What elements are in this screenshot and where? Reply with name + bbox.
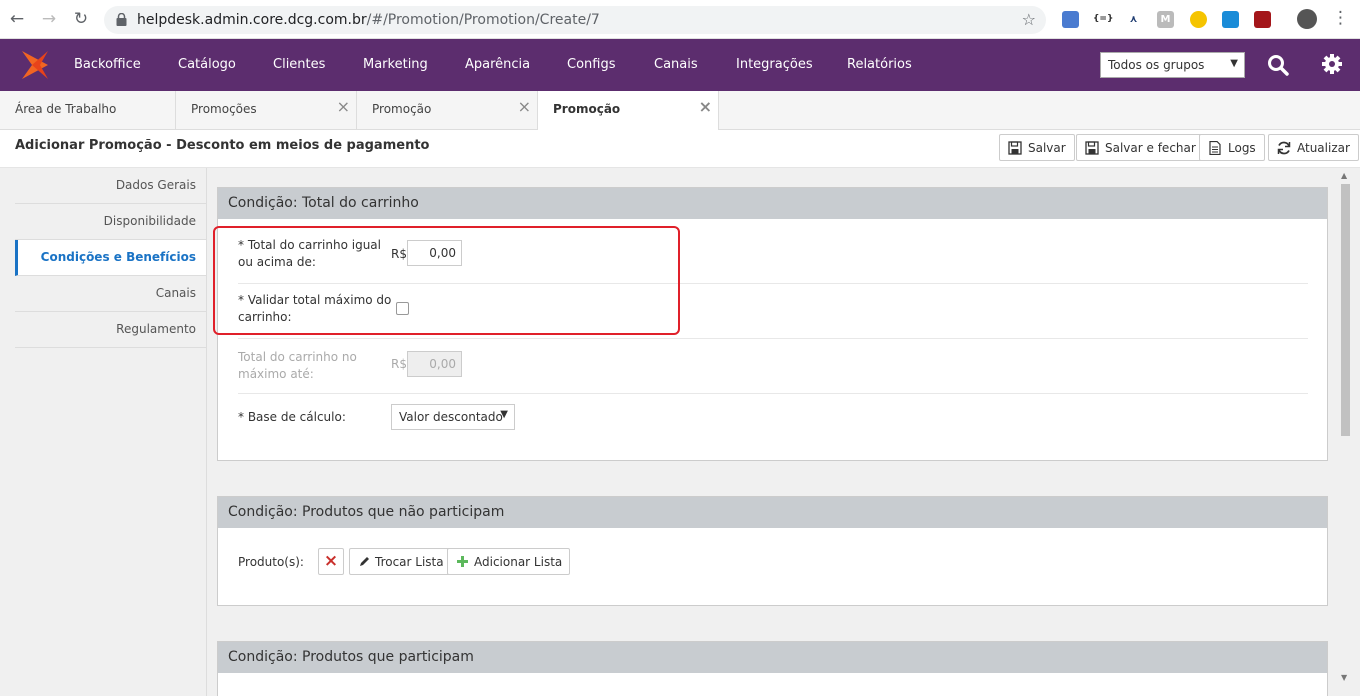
max-total-label: Total do carrinho no máximo até:	[238, 349, 357, 383]
swap-list-label: Trocar Lista	[375, 555, 444, 569]
document-icon	[1209, 141, 1221, 155]
scrollbar-thumb[interactable]	[1341, 184, 1350, 436]
logs-label: Logs	[1228, 141, 1256, 155]
base-calc-label: * Base de cálculo:	[238, 410, 346, 424]
tab-promocoes[interactable]: Promoções ×	[176, 91, 357, 130]
refresh-icon	[1277, 141, 1291, 155]
page-header: Adicionar Promoção - Desconto em meios d…	[0, 130, 1360, 168]
save-and-close-label: Salvar e fechar	[1105, 141, 1196, 155]
browser-toolbar: ← → ↻ helpdesk.admin.core.dcg.com.br/#/P…	[0, 0, 1360, 39]
extension-json-icon[interactable]: {=}	[1093, 11, 1113, 28]
sidebar-item-dados-gerais[interactable]: Dados Gerais	[15, 168, 206, 204]
tab-promocao-active[interactable]: Promoção ×	[538, 91, 719, 131]
bookmark-star-icon[interactable]: ☆	[1022, 10, 1036, 29]
base-calc-select[interactable]: Valor descontado ▼	[391, 404, 515, 430]
panel-title: Condição: Total do carrinho	[218, 188, 1327, 219]
browser-menu-icon[interactable]: ⋮	[1332, 8, 1349, 28]
refresh-button[interactable]: Atualizar	[1268, 134, 1359, 161]
save-label: Salvar	[1028, 141, 1066, 155]
nav-item-integracoes[interactable]: Integrações	[736, 57, 813, 72]
sidebar-item-disponibilidade[interactable]: Disponibilidade	[15, 204, 206, 240]
caret-down-icon: ▼	[500, 409, 508, 420]
max-total-input: 0,00	[407, 351, 462, 377]
pencil-icon	[360, 557, 369, 566]
field-row-max-total: Total do carrinho no máximo até: R$ 0,00	[238, 339, 1308, 394]
gear-icon[interactable]	[1321, 53, 1343, 75]
sidebar-item-canais[interactable]: Canais	[15, 276, 206, 312]
plus-icon	[457, 556, 468, 567]
section-sidebar: Dados Gerais Disponibilidade Condições e…	[15, 168, 206, 348]
nav-item-configs[interactable]: Configs	[567, 57, 615, 72]
extension-5-icon[interactable]	[1190, 11, 1207, 28]
address-bar[interactable]: helpdesk.admin.core.dcg.com.br/#/Promoti…	[104, 6, 1046, 34]
sidebar-item-regulamento[interactable]: Regulamento	[15, 312, 206, 348]
remove-icon: ×	[323, 551, 339, 571]
main-area: Dados Gerais Disponibilidade Condições e…	[0, 168, 1360, 696]
close-icon[interactable]: ×	[699, 99, 712, 115]
nav-item-aparencia[interactable]: Aparência	[465, 57, 530, 72]
panel-title: Condição: Produtos que não participam	[218, 497, 1327, 528]
scroll-up-icon[interactable]: ▲	[1341, 171, 1347, 180]
extension-m-icon[interactable]: M	[1157, 11, 1174, 28]
max-total-label-line-1: Total do carrinho no	[238, 350, 357, 364]
lock-icon	[116, 13, 127, 26]
currency-label: R$	[391, 357, 407, 371]
tab-label: Promoção	[372, 102, 432, 116]
extension-7-icon[interactable]	[1254, 11, 1271, 28]
products-label: Produto(s):	[238, 555, 304, 569]
sidebar-item-condicoes-beneficios[interactable]: Condições e Benefícios	[15, 240, 206, 276]
max-total-label-line-2: máximo até:	[238, 367, 314, 381]
refresh-label: Atualizar	[1297, 141, 1350, 155]
close-icon[interactable]: ×	[518, 99, 531, 115]
scroll-down-icon[interactable]: ▼	[1341, 673, 1347, 682]
logs-button[interactable]: Logs	[1199, 134, 1265, 161]
floppy-disk-icon	[1085, 141, 1099, 155]
add-list-button[interactable]: Adicionar Lista	[447, 548, 571, 575]
panel-included-products: Condição: Produtos que participam	[217, 641, 1328, 696]
floppy-disk-icon	[1008, 141, 1022, 155]
tab-promocao[interactable]: Promoção ×	[357, 91, 538, 130]
brand-logo[interactable]	[18, 47, 52, 83]
url-path: /#/Promotion/Promotion/Create/7	[366, 12, 600, 28]
nav-item-catalogo[interactable]: Catálogo	[178, 57, 236, 72]
main-navbar: Backoffice Catálogo Clientes Marketing A…	[0, 39, 1360, 91]
extension-1-icon[interactable]	[1062, 11, 1079, 28]
highlight-annotation	[213, 226, 680, 335]
forward-icon[interactable]: →	[38, 8, 60, 30]
group-select[interactable]: Todos os grupos ▼	[1100, 52, 1245, 78]
url-text: helpdesk.admin.core.dcg.com.br/#/Promoti…	[137, 12, 600, 28]
tab-area-de-trabalho[interactable]: Área de Trabalho	[0, 91, 176, 130]
nav-item-backoffice[interactable]: Backoffice	[74, 57, 141, 72]
field-row-base-calc: * Base de cálculo: Valor descontado ▼	[238, 394, 1308, 444]
extension-6-icon[interactable]	[1222, 11, 1239, 28]
group-select-value: Todos os grupos	[1108, 58, 1205, 72]
save-and-close-button[interactable]: Salvar e fechar	[1076, 134, 1205, 161]
nav-item-clientes[interactable]: Clientes	[273, 57, 325, 72]
scrollbar[interactable]: ▲ ▼	[1338, 168, 1353, 686]
tab-label: Promoção	[553, 102, 621, 116]
tab-label: Área de Trabalho	[15, 102, 117, 116]
tab-bar: Área de Trabalho Promoções × Promoção × …	[0, 91, 1360, 131]
url-host: helpdesk.admin.core.dcg.com.br	[137, 12, 367, 28]
save-button[interactable]: Salvar	[999, 134, 1075, 161]
nav-item-relatorios[interactable]: Relatórios	[847, 57, 912, 72]
base-calc-value: Valor descontado	[399, 410, 503, 424]
reload-icon[interactable]: ↻	[70, 8, 92, 30]
page-title: Adicionar Promoção - Desconto em meios d…	[15, 138, 430, 153]
back-icon[interactable]: ←	[6, 8, 28, 30]
nav-item-marketing[interactable]: Marketing	[363, 57, 428, 72]
panel-excluded-products: Condição: Produtos que não participam Pr…	[217, 496, 1328, 606]
panel-title: Condição: Produtos que participam	[218, 642, 1327, 673]
nav-item-canais[interactable]: Canais	[654, 57, 698, 72]
caret-down-icon: ▼	[1230, 58, 1238, 69]
close-icon[interactable]: ×	[337, 99, 350, 115]
extension-3-icon[interactable]: ⋏	[1125, 11, 1142, 28]
remove-list-button[interactable]: ×	[318, 548, 344, 575]
search-icon[interactable]	[1267, 54, 1289, 76]
swap-list-button[interactable]: Trocar Lista	[349, 548, 452, 575]
add-list-label: Adicionar Lista	[474, 555, 563, 569]
tab-label: Promoções	[191, 102, 257, 116]
profile-avatar[interactable]	[1297, 9, 1317, 29]
